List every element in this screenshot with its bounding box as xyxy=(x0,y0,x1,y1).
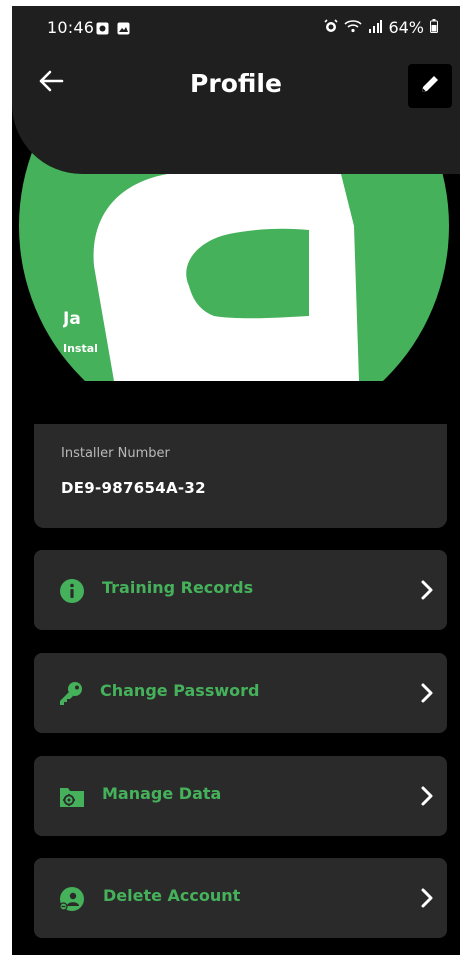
installer-number-value: DE9-987654A-32 xyxy=(61,479,206,497)
menu-item-manage-data[interactable]: Manage Data xyxy=(34,756,447,836)
wifi-icon xyxy=(344,18,363,37)
gallery-icon xyxy=(117,20,130,39)
edit-profile-button[interactable] xyxy=(408,64,452,108)
user-name: Ja xyxy=(63,309,81,329)
pencil-icon xyxy=(419,73,441,99)
chevron-right-icon xyxy=(417,784,437,808)
info-icon xyxy=(59,578,85,604)
menu-item-label: Manage Data xyxy=(102,784,222,803)
menu-item-label: Training Records xyxy=(102,578,254,597)
chevron-right-icon xyxy=(417,681,437,705)
installer-number-label: Installer Number xyxy=(61,446,170,461)
page-title: Profile xyxy=(190,69,282,98)
battery-percent: 64% xyxy=(388,18,424,37)
menu-item-label: Change Password xyxy=(100,681,260,700)
alarm-icon xyxy=(324,18,339,37)
folder-gear-icon xyxy=(59,784,85,810)
menu-item-label: Delete Account xyxy=(103,886,241,905)
chevron-right-icon xyxy=(417,886,437,910)
key-icon xyxy=(58,681,84,707)
status-time: 10:46 xyxy=(47,18,95,37)
user-role: Instal xyxy=(63,342,98,355)
battery-icon xyxy=(430,18,438,37)
menu-item-delete-account[interactable]: Delete Account xyxy=(34,858,447,938)
notification-icon xyxy=(96,20,109,39)
user-remove-icon xyxy=(59,886,85,912)
status-bar: 10:46 64% xyxy=(12,6,460,48)
app-screen: Ja Instal Profile 10:46 64% Installer Nu… xyxy=(12,6,460,955)
signal-icon xyxy=(368,18,383,37)
menu-item-training-records[interactable]: Training Records xyxy=(34,550,447,630)
menu-item-change-password[interactable]: Change Password xyxy=(34,653,447,733)
chevron-right-icon xyxy=(417,578,437,602)
installer-number-card: Installer Number DE9-987654A-32 xyxy=(34,424,447,528)
